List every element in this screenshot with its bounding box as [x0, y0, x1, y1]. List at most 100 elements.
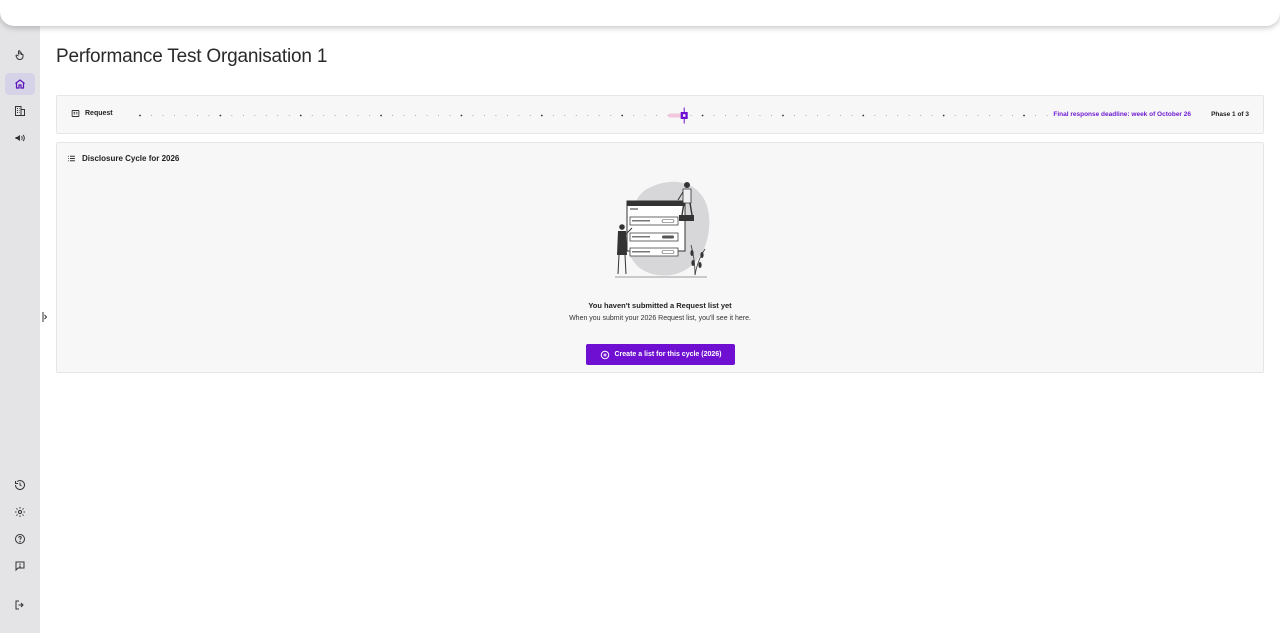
timeline-dot [414, 114, 417, 117]
timeline-dot [540, 114, 543, 117]
sidebar-item-logout[interactable] [5, 594, 35, 616]
timeline-dot [242, 114, 244, 117]
gear-icon [15, 507, 25, 517]
sidebar-item-settings[interactable] [5, 501, 35, 523]
sidebar-collapse-handle[interactable] [42, 311, 48, 323]
timeline-dot [346, 114, 348, 117]
list-icon [68, 155, 75, 162]
timeline-dot [747, 114, 750, 117]
timeline-dot [254, 114, 256, 117]
collapse-chevron-icon [42, 312, 48, 322]
timeline-dot [403, 114, 405, 117]
timeline-dot [529, 114, 531, 117]
timeline-dot [770, 114, 773, 117]
timeline-dot [219, 114, 222, 117]
timeline-dot [587, 114, 589, 117]
phase-indicator: Phase 1 of 3 [1211, 111, 1249, 118]
timeline-dot [633, 114, 635, 117]
sidebar-item-pointer[interactable] [5, 44, 35, 66]
timeline-dot [483, 114, 485, 117]
timeline-dot [966, 114, 968, 117]
timeline-dot [621, 114, 624, 117]
timeline-dot [1012, 114, 1014, 117]
empty-state-subtitle: When you submit your 2026 Request list, … [569, 315, 751, 322]
hand-pointer-icon [15, 50, 24, 60]
sidebar-item-home[interactable] [5, 73, 35, 95]
timeline-dot [231, 114, 233, 117]
timeline-dot [185, 114, 187, 117]
timeline-dot [954, 114, 956, 117]
sidebar-item-announcements[interactable] [5, 127, 35, 149]
browser-top-bar [0, 0, 1280, 26]
timeline-dot [196, 114, 198, 117]
timeline-dot [828, 114, 830, 117]
timeline-progress-trail [668, 113, 683, 118]
timeline-dot [862, 114, 865, 117]
timeline-dot [357, 114, 359, 117]
home-icon [15, 79, 25, 89]
timeline-dot [644, 114, 646, 117]
deadline-text: Final response deadline: week of October… [1053, 111, 1191, 118]
timeline-dot [1000, 114, 1002, 117]
timeline-dot [885, 114, 887, 117]
timeline-dot [920, 114, 922, 117]
building-icon [15, 106, 25, 116]
create-list-button[interactable]: Create a list for this cycle (2026) [586, 344, 735, 365]
timeline-dot [793, 114, 795, 117]
timeline-dot [759, 114, 761, 117]
timeline-dot [805, 114, 807, 117]
timeline-dot [288, 114, 290, 117]
timeline-dot [942, 114, 945, 117]
timeline-dot [598, 114, 600, 117]
timeline-dot [1034, 114, 1037, 117]
timeline-dot [816, 114, 818, 117]
timeline-dot [334, 114, 336, 117]
cycle-title: Disclosure Cycle for 2026 [82, 154, 180, 163]
timeline-dot [851, 114, 853, 117]
timeline-dot [495, 114, 497, 117]
history-icon [15, 480, 25, 490]
timeline-current-marker-center [683, 114, 686, 117]
timeline-dot [323, 114, 325, 117]
timeline-dot [656, 114, 658, 117]
timeline-dot [1046, 114, 1048, 117]
timeline-dot [610, 114, 612, 117]
timeline-dot [506, 114, 508, 117]
page-title: Performance Test Organisation 1 [56, 46, 328, 67]
timeline-dot [472, 114, 474, 117]
sidebar-item-feedback[interactable] [5, 555, 35, 577]
sidebar-item-help[interactable] [5, 528, 35, 550]
timeline-dot [701, 114, 704, 117]
add-circle-icon [600, 350, 609, 359]
timeline-dot [208, 114, 210, 117]
timeline-dot [460, 114, 463, 117]
timeline-dot [380, 114, 383, 117]
timeline-dot [690, 114, 692, 117]
sidebar-item-history[interactable] [5, 474, 35, 496]
timeline-dot [736, 114, 738, 117]
timeline-dot [713, 114, 715, 117]
timeline-dot [449, 114, 451, 117]
timeline-dot [369, 114, 371, 117]
timeline-dot [874, 114, 876, 117]
cycle-timeline: Request Final response deadline: week of… [56, 95, 1264, 134]
timeline-dot [564, 114, 566, 117]
timeline-dot [518, 114, 520, 117]
sidebar [0, 0, 40, 633]
timeline-dot [173, 114, 175, 117]
timeline-dot [908, 114, 910, 117]
empty-state-illustration [615, 181, 710, 278]
timeline-dot [265, 114, 267, 117]
timeline-dot [426, 114, 428, 117]
megaphone-icon [15, 134, 25, 142]
timeline-dot [552, 114, 554, 117]
feedback-icon [15, 561, 25, 572]
cycle-header: Disclosure Cycle for 2026 [67, 154, 179, 163]
timeline-dot [724, 114, 727, 117]
empty-state-title: You haven't submitted a Request list yet [588, 301, 732, 310]
sidebar-item-organisations[interactable] [5, 100, 35, 122]
timeline-dot [989, 114, 991, 117]
timeline-dot [162, 114, 164, 117]
timeline-dot [782, 114, 784, 117]
timeline-dot [839, 114, 841, 117]
